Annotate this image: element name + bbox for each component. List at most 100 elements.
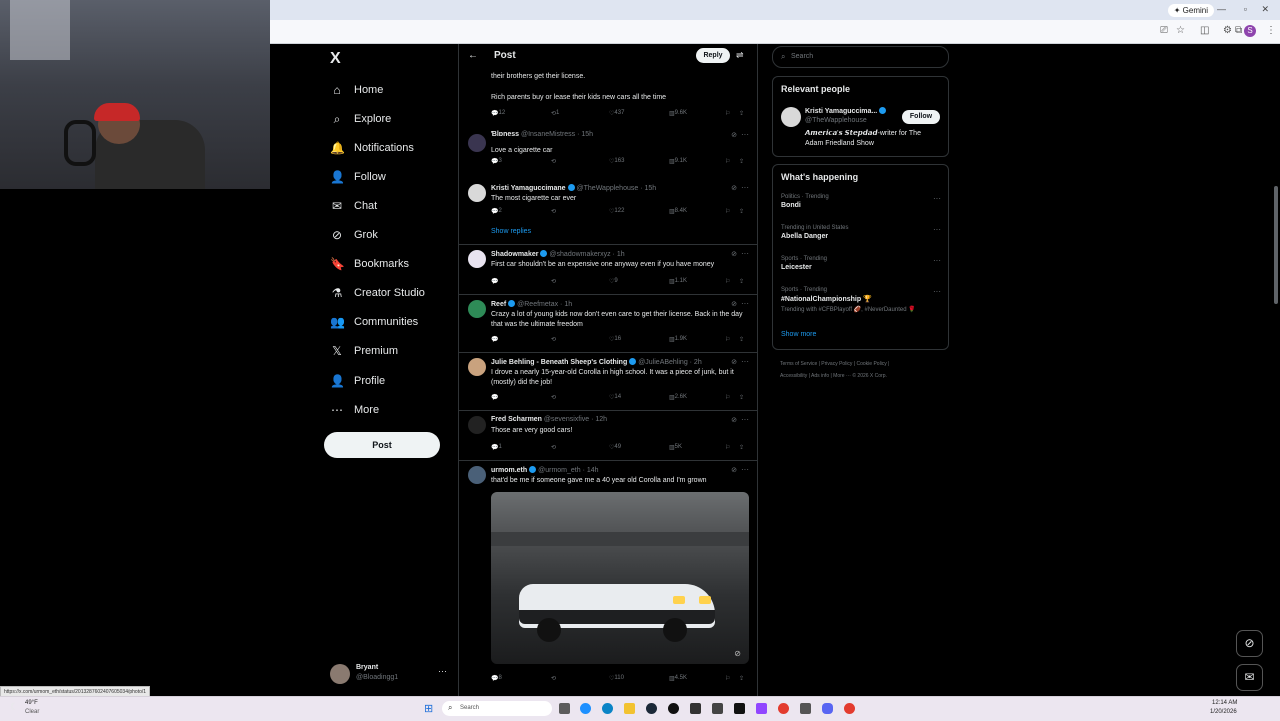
reply-count[interactable]: 💬 1 [491, 444, 502, 451]
grok-explain-icon[interactable]: ⊘ [731, 300, 737, 308]
tweet-author[interactable]: Julie Behling - Beneath Sheep's Clothing… [491, 358, 702, 366]
repost-count[interactable]: ⟲ [551, 444, 556, 451]
trend-item[interactable]: Trending in United States Abella Danger ··… [781, 225, 941, 240]
nav-item-follow[interactable]: 👤 Follow [330, 165, 386, 189]
more-dots-icon[interactable]: ··· [741, 415, 749, 424]
copilot-icon[interactable] [580, 703, 591, 714]
tabs-icon[interactable]: ⧉ [1235, 25, 1242, 36]
tweet-author[interactable]: Ɓlɒness @InsaneMistress · 15h [491, 131, 593, 138]
back-arrow-icon[interactable]: ← [468, 50, 478, 61]
reply-count[interactable]: 💬 [491, 336, 498, 343]
like-count[interactable]: ♡ 110 [609, 675, 624, 682]
avatar[interactable] [468, 250, 486, 268]
browser-menu-icon[interactable]: ⋮ [1266, 25, 1276, 36]
reply-count[interactable]: 💬 [491, 278, 498, 285]
bookmark-icon[interactable]: ⚐ [725, 110, 730, 117]
account-switcher[interactable]: Bryant @Bloadingg1 ··· [330, 662, 452, 686]
footer-line-2[interactable]: Accessibility | Ads info | More ··· © 20… [780, 370, 940, 382]
show-replies-link[interactable]: Show replies [491, 228, 531, 235]
reply-tweet[interactable]: urmom.eth @urmom_eth · 14h ⊘ ··· that'd be … [459, 460, 757, 696]
avatar[interactable] [468, 184, 486, 202]
more-dots-icon[interactable]: ··· [741, 299, 749, 308]
grok-explain-icon[interactable]: ⊘ [731, 466, 737, 474]
grok-explain-icon[interactable]: ⊘ [731, 416, 737, 424]
grok-image-icon[interactable]: ⊘ [734, 649, 741, 658]
views-count[interactable]: ▥ 8.4K [669, 208, 687, 215]
reply-button[interactable]: Reply [696, 48, 730, 63]
repost-count[interactable]: ⟲ 1 [551, 110, 559, 117]
tweet-author[interactable]: Kristi Yamaguccimane @TheWapplehouse · 1… [491, 184, 656, 192]
nav-item-bookmarks[interactable]: 🔖 Bookmarks [330, 252, 409, 276]
views-count[interactable]: ▥ 1.9K [669, 336, 687, 343]
task-view-icon[interactable] [559, 703, 570, 714]
trend-item[interactable]: Politics · Trending Bondi ··· [781, 194, 941, 209]
repost-count[interactable]: ⟲ [551, 158, 556, 165]
reply-tweet[interactable]: Reef @Reefmetax · 1h ⊘ ··· Crazy a lot of y… [459, 294, 757, 353]
grok-explain-icon[interactable]: ⊘ [731, 250, 737, 258]
reply-count[interactable]: 💬 2 [491, 208, 502, 215]
bookmark-icon[interactable]: ⚐ [725, 336, 730, 343]
nav-item-explore[interactable]: ⌕ Explore [330, 107, 392, 131]
more-dots-icon[interactable]: ··· [741, 357, 749, 366]
like-count[interactable]: ♡ 163 [609, 158, 624, 165]
share-icon[interactable]: ⇪ [739, 444, 744, 451]
footer-line-1[interactable]: Terms of Service | Privacy Policy | Cook… [780, 358, 940, 370]
share-icon[interactable]: ⇪ [739, 110, 744, 117]
grok-explain-icon[interactable]: ⊘ [731, 358, 737, 366]
extension-icon[interactable]: ⚙ [1223, 25, 1232, 36]
avatar[interactable] [468, 358, 486, 376]
nav-item-more[interactable]: ⋯ More [330, 398, 379, 422]
grok-fab-icon[interactable]: ⊘ [1236, 630, 1263, 657]
minimize-icon[interactable]: — [1217, 4, 1226, 14]
bookmark-icon[interactable]: ⚐ [725, 158, 730, 165]
reply-count[interactable]: 💬 [491, 394, 498, 401]
star-icon[interactable]: ☆ [1176, 25, 1185, 36]
more-dots-icon[interactable]: ··· [933, 256, 941, 265]
bookmark-icon[interactable]: ⚐ [725, 444, 730, 451]
steam-icon[interactable] [646, 703, 657, 714]
avatar[interactable] [781, 107, 801, 127]
twitch-icon[interactable] [756, 703, 767, 714]
share-icon[interactable]: ⇪ [739, 208, 744, 215]
share-icon[interactable]: ⇪ [739, 336, 744, 343]
edge-icon[interactable] [602, 703, 613, 714]
share-icon[interactable]: ⇪ [739, 278, 744, 285]
like-count[interactable]: ♡ 14 [609, 394, 621, 401]
search-input[interactable]: ⌕ Search [772, 46, 949, 68]
views-count[interactable]: ▥ 5K [669, 444, 682, 451]
bookmark-icon[interactable]: ⚐ [725, 278, 730, 285]
like-count[interactable]: ♡ 122 [609, 208, 624, 215]
nav-item-chat[interactable]: ✉ Chat [330, 194, 377, 218]
start-icon[interactable]: ⊞ [424, 702, 433, 715]
tweet-author[interactable]: Shadowmaker @shadowmakerxyz · 1h [491, 250, 625, 258]
nav-item-premium[interactable]: 𝕏 Premium [330, 339, 398, 363]
views-count[interactable]: ▥ 9.1K [669, 158, 687, 165]
repost-count[interactable]: ⟲ [551, 675, 556, 682]
more-dots-icon[interactable]: ··· [933, 287, 941, 296]
repost-count[interactable]: ⟲ [551, 278, 556, 285]
reply-count[interactable]: 💬 3 [491, 158, 502, 165]
nav-item-grok[interactable]: ⊘ Grok [330, 223, 378, 247]
gemini-button[interactable]: ✦ Gemini [1167, 4, 1214, 17]
nav-item-profile[interactable]: 👤 Profile [330, 369, 385, 393]
repost-count[interactable]: ⟲ [551, 208, 556, 215]
more-dots-icon[interactable]: ··· [741, 465, 749, 474]
filter-icon[interactable]: ⇌ [736, 50, 744, 61]
reply-count[interactable]: 💬 12 [491, 110, 505, 117]
bookmark-icon[interactable]: ⚐ [725, 394, 730, 401]
tweet-author[interactable]: Fred Scharmen @sevensixfive · 12h [491, 416, 607, 423]
epic-icon[interactable] [668, 703, 679, 714]
weather-moon-icon[interactable]: ☾ [10, 702, 19, 713]
like-count[interactable]: ♡ 437 [609, 110, 624, 117]
install-icon[interactable]: ⎚ [1160, 25, 1168, 36]
like-count[interactable]: ♡ 9 [609, 278, 618, 285]
bookmark-icon[interactable]: ⚐ [725, 675, 730, 682]
grok-explain-icon[interactable]: ⊘ [731, 184, 737, 192]
views-count[interactable]: ▥ 4.5K [669, 675, 687, 682]
messages-fab-icon[interactable]: ✉ [1236, 664, 1263, 691]
like-count[interactable]: ♡ 49 [609, 444, 621, 451]
trend-item[interactable]: Sports · Trending #NationalChampionship 🏆… [781, 287, 941, 313]
obs-icon[interactable] [712, 703, 723, 714]
grok-explain-icon[interactable]: ⊘ [731, 131, 737, 139]
avatar[interactable] [468, 300, 486, 318]
